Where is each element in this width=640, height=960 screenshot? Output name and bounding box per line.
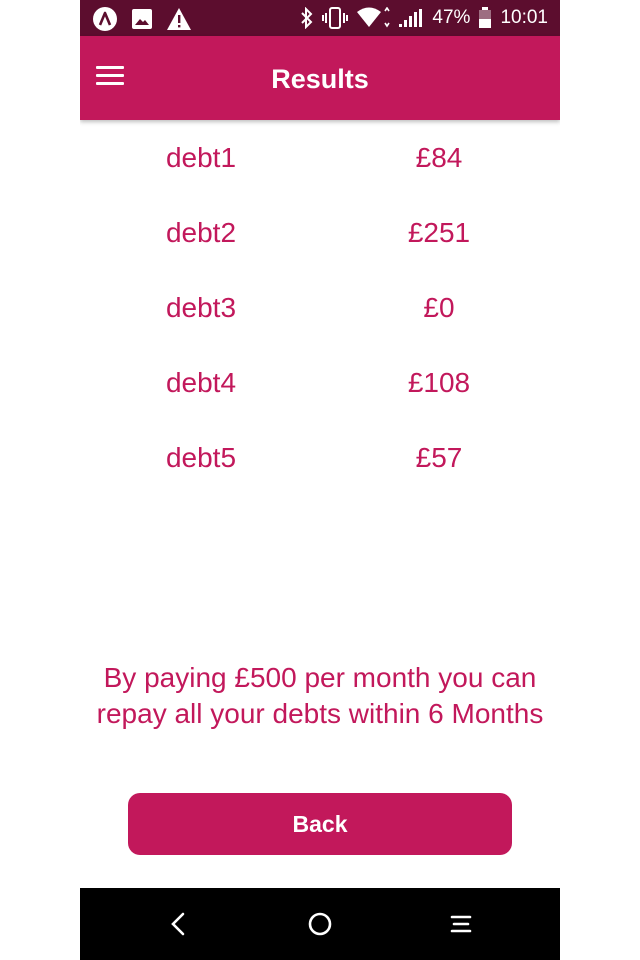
debt-name: debt5 (165, 442, 237, 473)
page-title: Results (271, 64, 369, 94)
debt-row: debt1 £84 (80, 120, 560, 195)
battery-icon (478, 7, 492, 29)
debt-amount: £0 (423, 292, 455, 323)
debt-row: debt4 £108 (80, 345, 560, 420)
status-notifications (92, 6, 192, 32)
debt-amount: £84 (415, 142, 463, 173)
repayment-summary: By paying £500 per month you can repay a… (80, 660, 560, 732)
vibrate-icon (322, 7, 349, 29)
debt-name: debt3 (165, 292, 237, 323)
debt-row: debt2 £251 (80, 195, 560, 270)
debt-list: debt1 £84 debt2 £251 debt3 £0 debt4 £108… (80, 120, 560, 495)
status-system: 47% 10:01 (300, 0, 548, 36)
back-icon[interactable] (163, 908, 195, 940)
debt-amount: £251 (407, 217, 471, 248)
app-bar: Results (80, 36, 560, 120)
debt-row: debt5 £57 (80, 420, 560, 495)
home-icon[interactable] (304, 908, 336, 940)
battery-percent: 47% (432, 7, 471, 28)
image-icon (130, 7, 154, 31)
status-bar: 47% 10:01 (80, 0, 560, 36)
phone-screen: 47% 10:01 Results debt1 £84 debt2 £251 d… (80, 0, 560, 960)
app-a-icon (92, 6, 118, 32)
signal-icon (398, 8, 424, 28)
system-nav-bar (80, 888, 560, 960)
summary-line-1: By paying £500 per month you can (103, 662, 537, 693)
bluetooth-icon (300, 7, 314, 29)
warning-icon (166, 7, 192, 31)
debt-amount: £108 (407, 367, 471, 398)
debt-name: debt1 (165, 142, 237, 173)
wifi-icon (356, 7, 391, 29)
debt-row: debt3 £0 (80, 270, 560, 345)
clock: 10:01 (500, 7, 548, 28)
back-button[interactable]: Back (128, 793, 512, 855)
debt-name: debt4 (165, 367, 237, 398)
debt-amount: £57 (415, 442, 463, 473)
recents-icon[interactable] (445, 908, 477, 940)
debt-name: debt2 (165, 217, 237, 248)
summary-line-2: repay all your debts within 6 Months (96, 698, 544, 729)
